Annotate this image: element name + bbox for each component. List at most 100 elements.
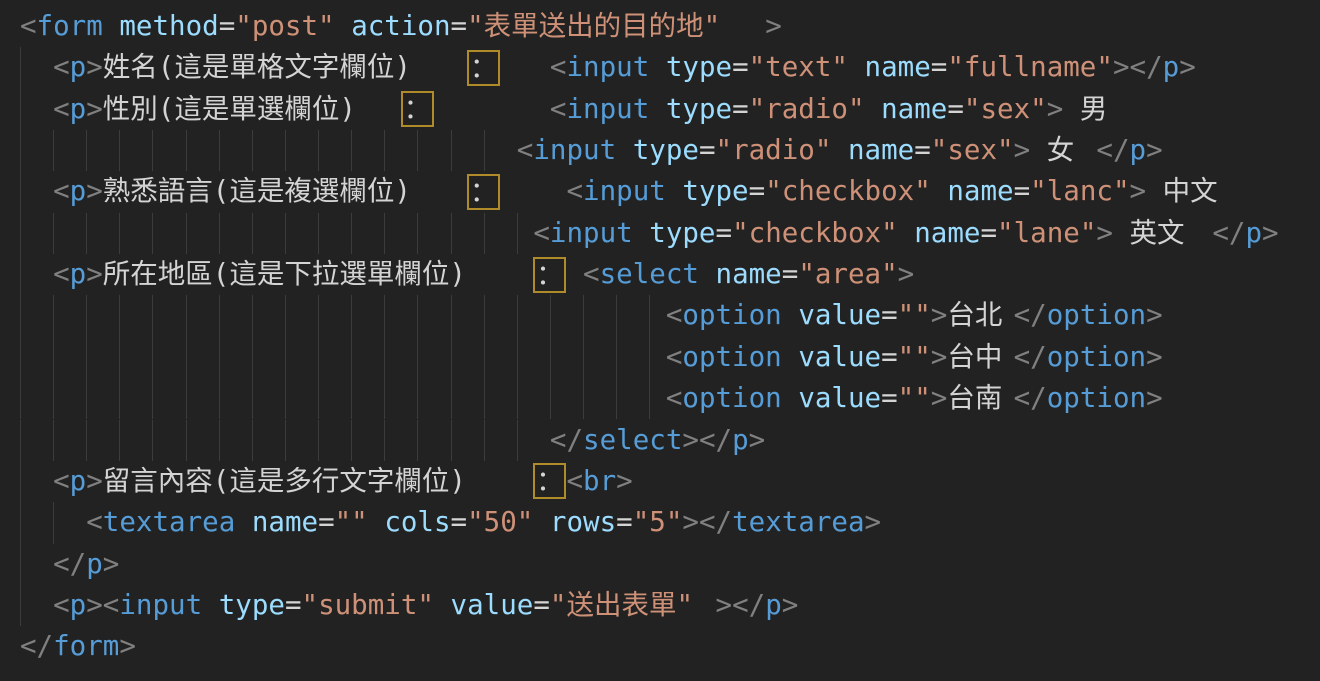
code-line-16[interactable]: </form> [0, 626, 1320, 667]
code-line-6[interactable]: <inputtype="checkbox"name="lane">英文</p> [0, 213, 1320, 254]
indent-guide [384, 213, 385, 254]
indent-guide [417, 337, 418, 378]
code-token: > [1146, 130, 1163, 171]
indent-guide [53, 502, 54, 543]
indent-guide [351, 130, 352, 171]
code-token: < [583, 254, 600, 295]
code-token: > [86, 89, 103, 130]
unicode-highlight-box: ： [467, 174, 500, 210]
indent-guide [384, 295, 385, 336]
code-token: 男 [1080, 89, 1113, 130]
code-token: < [53, 89, 70, 130]
code-token: value [798, 295, 881, 336]
indent-guide [219, 378, 220, 419]
code-token: p [1163, 47, 1180, 88]
code-line-9[interactable]: <optionvalue="">台中</option> [0, 337, 1320, 378]
code-token: > [1047, 89, 1064, 130]
code-line-1[interactable]: <formmethod="post"action="表單送出的目的地"> [0, 6, 1320, 47]
code-token: < [666, 295, 683, 336]
code-token: type [649, 213, 715, 254]
indent-guide [252, 337, 253, 378]
code-editor[interactable]: <formmethod="post"action="表單送出的目的地"><p>姓… [0, 0, 1320, 681]
code-line-7[interactable]: <p>所在地區(這是下拉選單欄位)：<selectname="area"> [0, 254, 1320, 295]
unicode-highlight-box: ： [533, 463, 566, 499]
indent-guide [20, 47, 21, 88]
code-token: form [37, 6, 103, 47]
indent-guide [318, 213, 319, 254]
indent-guide [86, 213, 87, 254]
code-token: "text" [749, 47, 848, 88]
code-token: </ [1096, 130, 1129, 171]
indent-guide [550, 295, 551, 336]
indent-guide [616, 378, 617, 419]
code-token: = [285, 585, 302, 626]
indent-guide [53, 337, 54, 378]
code-token: = [931, 47, 948, 88]
code-token: input [566, 89, 649, 130]
indent-guide [384, 420, 385, 461]
code-token: > [1130, 171, 1147, 212]
indent-guide [20, 130, 21, 171]
code-token: 性別(這是單選欄位) [103, 89, 401, 130]
code-line-15[interactable]: <p><inputtype="submit"value="送出表單"></p> [0, 585, 1320, 626]
code-token: "lanc" [1030, 171, 1129, 212]
code-token: p [70, 585, 87, 626]
indent-guide [616, 337, 617, 378]
code-token: > [1262, 213, 1279, 254]
indent-guide [20, 337, 21, 378]
code-token: input [119, 585, 202, 626]
code-token: > [782, 585, 799, 626]
indent-guide [318, 295, 319, 336]
code-token: 英文 [1130, 213, 1196, 254]
code-token: option [682, 337, 781, 378]
code-token: > [86, 461, 103, 502]
code-token: option [1047, 295, 1146, 336]
code-token: "" [898, 378, 931, 419]
indent-guide [517, 213, 518, 254]
indent-guide [20, 502, 21, 543]
indent-guide [152, 378, 153, 419]
code-token: = [1014, 171, 1031, 212]
code-line-2[interactable]: <p>姓名(這是單格文字欄位)：<inputtype="text"name="f… [0, 47, 1320, 88]
indent-guide [219, 337, 220, 378]
indent-guide [451, 295, 452, 336]
code-token: "radio" [749, 89, 865, 130]
code-token: option [682, 378, 781, 419]
code-line-5[interactable]: <p>熟悉語言(這是複選欄位)：<inputtype="checkbox"nam… [0, 171, 1320, 212]
indent-guide [20, 378, 21, 419]
indent-guide [86, 295, 87, 336]
code-token: = [451, 502, 468, 543]
code-line-3[interactable]: <p>性別(這是單選欄位)：<inputtype="radio"name="se… [0, 89, 1320, 130]
code-token: < [86, 502, 103, 543]
code-token: < [20, 6, 37, 47]
code-line-14[interactable]: </p> [0, 544, 1320, 585]
code-token: rows [550, 502, 616, 543]
indent-guide [616, 295, 617, 336]
indent-guide [119, 337, 120, 378]
indent-guide [186, 295, 187, 336]
indent-guide [417, 130, 418, 171]
indent-guide [285, 130, 286, 171]
code-line-11[interactable]: </select></p> [0, 420, 1320, 461]
code-token: p [732, 420, 749, 461]
code-line-13[interactable]: <textareaname=""cols="50"rows="5"></text… [0, 502, 1320, 543]
code-token: > [749, 420, 766, 461]
code-line-10[interactable]: <optionvalue="">台南</option> [0, 378, 1320, 419]
code-token: > [682, 420, 699, 461]
code-token: = [749, 171, 766, 212]
code-token: < [53, 171, 70, 212]
code-token: = [451, 6, 468, 47]
code-token: name [716, 254, 782, 295]
code-line-4[interactable]: <inputtype="radio"name="sex">女</p> [0, 130, 1320, 171]
code-line-12[interactable]: <p>留言內容(這是多行文字欄位)：<br> [0, 461, 1320, 502]
indent-guide [119, 295, 120, 336]
indent-guide [351, 420, 352, 461]
code-line-8[interactable]: <optionvalue="">台北</option> [0, 295, 1320, 336]
code-token: "lane" [997, 213, 1096, 254]
code-token: > [1146, 295, 1163, 336]
indent-guide [484, 378, 485, 419]
code-token: = [947, 89, 964, 130]
code-token: value [798, 378, 881, 419]
code-token: > [86, 47, 103, 88]
indent-guide [86, 130, 87, 171]
